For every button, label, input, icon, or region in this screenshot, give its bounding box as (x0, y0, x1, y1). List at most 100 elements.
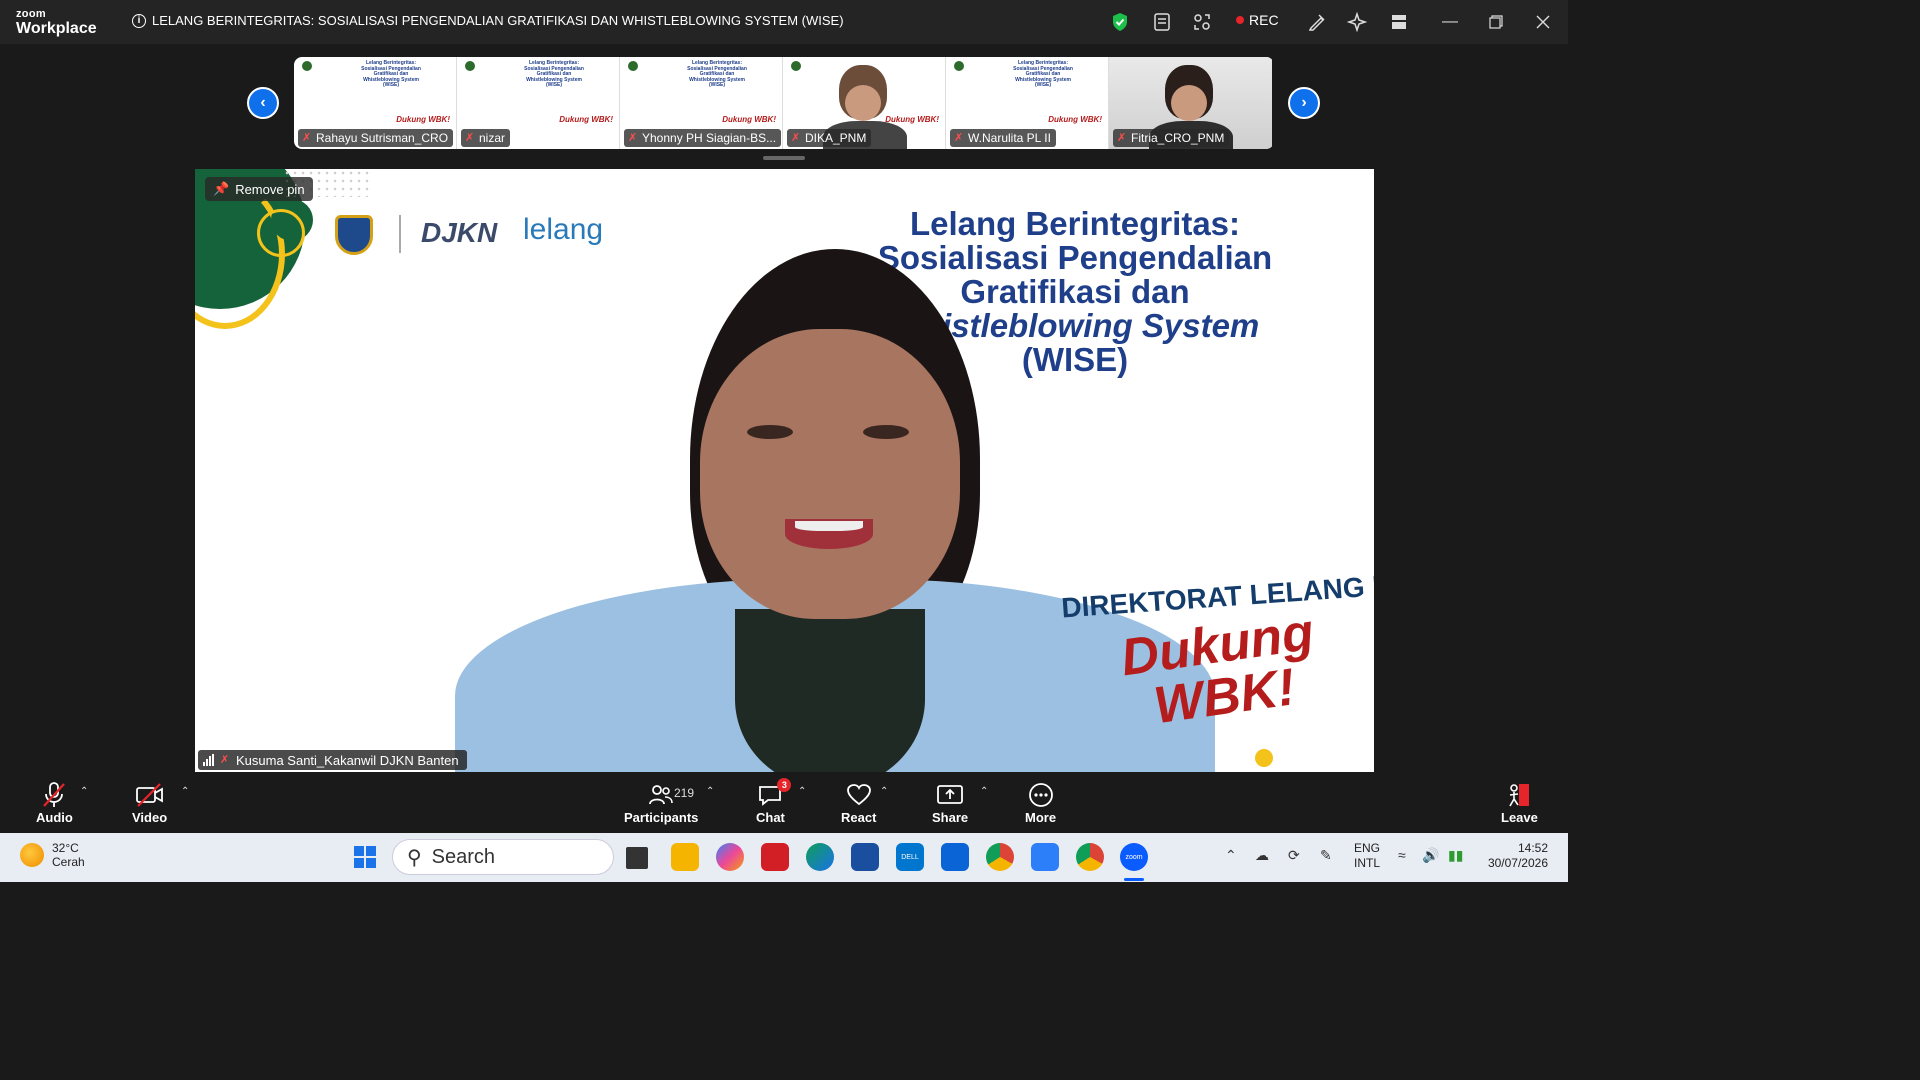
share-button[interactable]: Share (932, 780, 968, 825)
audio-button[interactable]: Audio (36, 780, 73, 825)
focus-mode-icon[interactable] (1191, 11, 1213, 33)
video-options-caret[interactable]: ⌃ (181, 786, 189, 797)
annotate-icon[interactable] (1306, 11, 1328, 33)
participants-options-caret[interactable]: ⌃ (706, 786, 714, 797)
taskbar-search[interactable]: ⚲ Search (392, 839, 614, 875)
zoom-app-icon[interactable]: zoom (1120, 843, 1148, 871)
more-label: More (1025, 810, 1057, 825)
video-off-icon (135, 780, 165, 810)
pinned-video[interactable]: DJKN lelang Lelang Berintegritas: Sosial… (195, 169, 1374, 772)
mcafee-icon[interactable] (761, 843, 789, 871)
photos-icon[interactable] (1031, 843, 1059, 871)
thumbnail-tile[interactable]: ✗ Fitria_CRO_PNM (1109, 57, 1272, 149)
clock[interactable]: 14:52 30/07/2026 (1484, 841, 1548, 871)
slide-mini-dukung: Dukung WBK! (722, 115, 776, 124)
rec-label: REC (1249, 12, 1279, 28)
title-bar: zoom Workplace i LELANG BERINTEGRITAS: S… (0, 0, 1568, 44)
edge-icon[interactable] (806, 843, 834, 871)
participant-name: Rahayu Sutrisman_CRO (316, 131, 449, 145)
react-button[interactable]: React (841, 780, 876, 825)
store-icon[interactable] (851, 843, 879, 871)
video-label: Video (132, 810, 168, 825)
encryption-shield-icon[interactable] (1109, 11, 1131, 33)
speaker-eye (747, 425, 793, 439)
sync-icon[interactable]: ⟳ (1288, 847, 1300, 864)
file-explorer-icon[interactable] (671, 843, 699, 871)
captions-icon[interactable] (1151, 11, 1173, 33)
info-icon[interactable]: i (132, 13, 146, 28)
strip-resize-handle[interactable] (763, 156, 805, 160)
thumbnail-tile[interactable]: Lelang Berintegritas: Sosialisasi Pengen… (620, 57, 783, 149)
mic-muted-icon: ✗ (628, 132, 638, 144)
slide-mini-title: Lelang Berintegritas: Sosialisasi Pengen… (687, 60, 747, 88)
language-line1: ENG (1354, 841, 1381, 855)
volume-icon[interactable]: 🔊 (1422, 847, 1439, 864)
close-icon[interactable] (1531, 10, 1555, 34)
battery-icon[interactable]: ▮▮ (1448, 847, 1463, 864)
participant-name: W.Narulita PL II (968, 131, 1051, 145)
outlook-icon[interactable] (941, 843, 969, 871)
thumbnail-tile[interactable]: Lelang Berintegritas: Sosialisasi Pengen… (294, 57, 457, 149)
slide-mini-title: Lelang Berintegritas: Sosialisasi Pengen… (524, 60, 584, 88)
thumbnail-tile[interactable]: Dukung WBK! ✗ DIKA_PNM (783, 57, 946, 149)
weather-temp: 32°C (52, 841, 79, 855)
copilot-icon[interactable] (716, 843, 744, 871)
meeting-info[interactable]: i LELANG BERINTEGRITAS: SOSIALISASI PENG… (132, 13, 844, 28)
ai-companion-icon[interactable] (1346, 11, 1368, 33)
weather-widget[interactable]: 32°C Cerah (20, 841, 85, 869)
slide-mini-title: Lelang Berintegritas: Sosialisasi Pengen… (361, 60, 421, 88)
search-icon: ⚲ (407, 846, 422, 869)
audio-options-caret[interactable]: ⌃ (80, 786, 88, 797)
mic-muted-icon: ✗ (220, 754, 230, 766)
djkn-logo: DJKN (421, 217, 498, 248)
video-button[interactable]: Video (132, 780, 167, 825)
participants-label: Participants (624, 810, 699, 825)
mic-muted-icon (41, 780, 67, 810)
restore-icon[interactable] (1484, 10, 1508, 34)
chat-button[interactable]: 3 Chat (756, 778, 792, 825)
logo-divider (399, 215, 401, 253)
mic-muted-icon: ✗ (465, 132, 475, 144)
dell-icon[interactable]: DELL (896, 843, 924, 871)
previous-page-button[interactable]: ‹ (247, 87, 279, 119)
next-page-button[interactable]: › (1288, 87, 1320, 119)
slide-mini-dukung: Dukung WBK! (1048, 115, 1102, 124)
slide-title-line: Lelang Berintegritas: (909, 205, 1241, 242)
mic-muted-icon: ✗ (954, 132, 964, 144)
share-screen-icon (936, 780, 964, 810)
recording-indicator[interactable]: REC (1236, 12, 1279, 28)
thumbnail-tile[interactable]: Lelang Berintegritas: Sosialisasi Pengen… (946, 57, 1109, 149)
chat-options-caret[interactable]: ⌃ (798, 786, 806, 797)
participant-name-tag: ✗ Yhonny PH Siagian-BS... (624, 129, 782, 147)
sunny-weather-icon (20, 843, 44, 867)
slide-logo-icon (954, 61, 964, 71)
slide-mini-dukung: Dukung WBK! (885, 115, 939, 124)
pen-input-icon[interactable]: ✎ (1320, 847, 1332, 864)
participant-name: Fitria_CRO_PNM (1131, 131, 1225, 145)
participant-name-tag: ✗ DIKA_PNM (787, 129, 872, 147)
chrome-profile-icon[interactable] (1076, 843, 1104, 871)
audio-label: Audio (36, 810, 73, 825)
remove-pin-button[interactable]: 📌 Remove pin (205, 177, 313, 201)
remove-pin-label: Remove pin (235, 181, 305, 197)
leave-button[interactable]: Leave (1501, 780, 1538, 825)
language-indicator[interactable]: ENG INTL (1354, 841, 1380, 871)
zoom-window: zoom Workplace i LELANG BERINTEGRITAS: S… (0, 0, 1568, 882)
minimize-icon[interactable]: — (1438, 10, 1462, 34)
show-hidden-icons-chevron-icon[interactable]: ⌃ (1225, 847, 1237, 864)
react-label: React (841, 810, 877, 825)
task-view-icon[interactable] (626, 847, 648, 869)
view-layout-icon[interactable] (1388, 11, 1410, 33)
react-options-caret[interactable]: ⌃ (880, 786, 888, 797)
participants-count: 219 (674, 786, 695, 800)
mic-muted-icon: ✗ (1117, 132, 1127, 144)
thumbnail-tile[interactable]: Lelang Berintegritas: Sosialisasi Pengen… (457, 57, 620, 149)
wifi-icon[interactable]: ≈ (1398, 847, 1406, 863)
windows-start-icon[interactable] (352, 843, 378, 871)
more-button[interactable]: More (1025, 780, 1056, 825)
chrome-icon[interactable] (986, 843, 1014, 871)
onedrive-icon[interactable]: ☁ (1255, 847, 1269, 864)
brand-large: Workplace (16, 20, 97, 37)
share-label: Share (932, 810, 969, 825)
share-options-caret[interactable]: ⌃ (980, 786, 988, 797)
